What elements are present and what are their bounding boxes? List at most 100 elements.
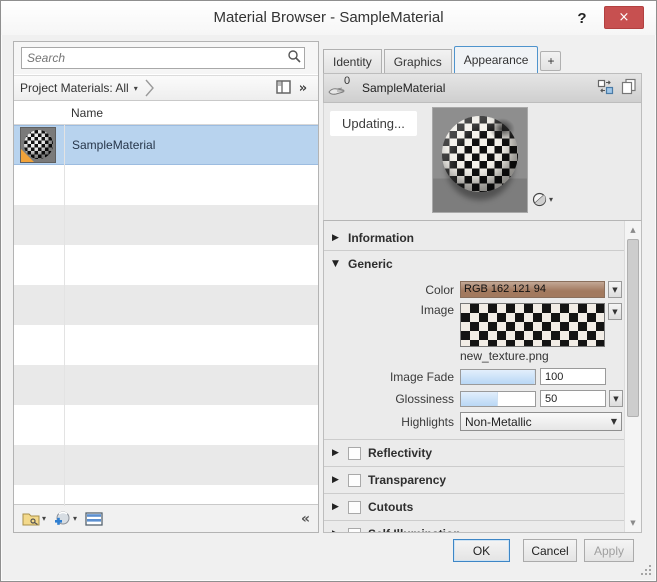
scroll-down-button[interactable]: ▼ bbox=[625, 515, 641, 531]
library-button[interactable]: ▾ bbox=[20, 509, 48, 528]
tab-graphics[interactable]: Graphics bbox=[384, 49, 452, 73]
highlights-select[interactable]: Non-Metallic ▼ bbox=[460, 412, 622, 431]
section-generic[interactable]: ▼ Generic bbox=[324, 251, 624, 276]
list-header: Name bbox=[14, 102, 318, 125]
image-fade-slider-fill bbox=[461, 370, 535, 384]
chevron-down-icon: ▾ bbox=[42, 514, 46, 523]
properties-scroll-area: ▶ Information ▼ Generic Color RGB 162 12… bbox=[324, 221, 624, 532]
color-dropdown-button[interactable]: ▼ bbox=[608, 281, 622, 298]
tab-bar: Identity Graphics Appearance + bbox=[323, 46, 561, 73]
uses-count: 0 bbox=[344, 75, 350, 87]
swap-asset-button[interactable] bbox=[593, 76, 617, 100]
material-preview bbox=[432, 107, 528, 213]
empty-row bbox=[14, 165, 318, 205]
scroll-up-button[interactable]: ▲ bbox=[625, 222, 641, 238]
image-dropdown-button[interactable]: ▼ bbox=[608, 303, 622, 320]
swap-icon bbox=[597, 79, 614, 95]
name-column-header[interactable]: Name bbox=[71, 106, 103, 120]
updating-status: Updating... bbox=[330, 111, 417, 136]
transparency-checkbox[interactable] bbox=[348, 474, 361, 487]
help-button[interactable]: ? bbox=[572, 7, 592, 29]
cutouts-checkbox[interactable] bbox=[348, 501, 361, 514]
self-illumination-checkbox[interactable] bbox=[348, 528, 361, 534]
glossiness-row: Glossiness ▼ bbox=[324, 390, 624, 407]
filter-bar: Project Materials: All ▾ » bbox=[14, 75, 318, 101]
tab-identity[interactable]: Identity bbox=[323, 49, 382, 73]
duplicate-asset-button[interactable] bbox=[617, 76, 641, 100]
glossiness-slider-fill bbox=[461, 392, 498, 406]
glossiness-dropdown-button[interactable]: ▼ bbox=[609, 390, 623, 407]
asset-uses-indicator: 0 bbox=[324, 76, 358, 100]
render-mode-button[interactable]: ▾ bbox=[532, 192, 553, 207]
list-view-button[interactable] bbox=[83, 510, 105, 528]
material-browser-dialog: Material Browser - SampleMaterial ? × Pr… bbox=[0, 0, 657, 582]
search-box bbox=[21, 47, 305, 69]
cancel-button[interactable]: Cancel bbox=[523, 539, 577, 562]
sphere-plus-icon bbox=[54, 511, 71, 527]
preview-reflection bbox=[489, 118, 515, 140]
titlebar: Material Browser - SampleMaterial ? × bbox=[1, 1, 656, 35]
color-row: Color RGB 162 121 94 ▼ bbox=[324, 281, 624, 298]
resize-grip[interactable] bbox=[640, 564, 651, 575]
section-label: Information bbox=[348, 231, 414, 245]
collapsed-arrow-icon: ▶ bbox=[332, 448, 341, 458]
expand-list-button[interactable]: » bbox=[294, 81, 318, 96]
section-information[interactable]: ▶ Information bbox=[324, 225, 624, 250]
column-divider bbox=[64, 125, 65, 506]
image-fade-row: Image Fade bbox=[324, 368, 624, 385]
asset-editor-panel: Identity Graphics Appearance + 0 SampleM… bbox=[323, 46, 642, 533]
chevron-down-icon: ▼ bbox=[611, 417, 617, 426]
materials-toolbar: ▾ ▾ « bbox=[14, 504, 318, 532]
glossiness-input[interactable] bbox=[540, 390, 606, 407]
chevron-down-icon: ▾ bbox=[134, 84, 138, 93]
image-fade-input[interactable] bbox=[540, 368, 606, 385]
view-options-button[interactable] bbox=[272, 78, 294, 98]
search-icon[interactable] bbox=[284, 49, 304, 68]
glossiness-slider[interactable] bbox=[460, 391, 536, 407]
apply-button[interactable]: Apply bbox=[584, 539, 634, 562]
asset-header: 0 SampleMaterial bbox=[323, 73, 642, 103]
material-name: SampleMaterial bbox=[72, 138, 155, 152]
scrollbar-thumb[interactable] bbox=[627, 239, 639, 417]
image-filename: new_texture.png bbox=[460, 349, 624, 363]
empty-row bbox=[14, 445, 318, 485]
image-fade-label: Image Fade bbox=[324, 370, 454, 384]
color-label: Color bbox=[324, 283, 454, 297]
tab-add[interactable]: + bbox=[540, 51, 561, 71]
vertical-scrollbar: ▲ ▼ bbox=[624, 221, 641, 532]
expanded-arrow-icon: ▼ bbox=[332, 259, 341, 269]
section-label: Cutouts bbox=[368, 500, 413, 514]
section-self-illumination[interactable]: ▶ Self Illumination bbox=[324, 521, 624, 533]
image-row: Image ▼ bbox=[324, 303, 624, 347]
thumbnail-badge bbox=[21, 149, 34, 162]
sphere-icon bbox=[532, 192, 547, 207]
section-cutouts[interactable]: ▶ Cutouts bbox=[324, 494, 624, 520]
image-texture-swatch[interactable] bbox=[460, 303, 605, 347]
section-transparency[interactable]: ▶ Transparency bbox=[324, 467, 624, 493]
materials-filter-dropdown[interactable]: Project Materials: All ▾ bbox=[14, 76, 160, 100]
properties-panel: ▶ Information ▼ Generic Color RGB 162 12… bbox=[323, 220, 642, 533]
tab-appearance[interactable]: Appearance bbox=[454, 46, 539, 73]
glossiness-label: Glossiness bbox=[324, 392, 454, 406]
highlights-value: Non-Metallic bbox=[465, 415, 532, 429]
image-fade-slider[interactable] bbox=[460, 369, 536, 385]
ok-button[interactable]: OK bbox=[453, 539, 510, 562]
close-button[interactable]: × bbox=[604, 6, 644, 29]
search-row bbox=[14, 42, 318, 74]
close-icon: × bbox=[619, 10, 630, 25]
breadcrumb-chevron-icon bbox=[145, 79, 154, 97]
image-label: Image bbox=[324, 303, 454, 317]
material-thumbnail bbox=[20, 127, 56, 163]
collapsed-arrow-icon: ▶ bbox=[332, 502, 341, 512]
collapse-panel-button[interactable]: « bbox=[301, 511, 318, 527]
color-swatch[interactable]: RGB 162 121 94 bbox=[460, 281, 605, 298]
new-material-button[interactable]: ▾ bbox=[52, 509, 79, 529]
collapsed-arrow-icon: ▶ bbox=[332, 475, 341, 485]
collapsed-arrow-icon: ▶ bbox=[332, 233, 341, 243]
search-input[interactable] bbox=[22, 49, 284, 67]
section-label: Generic bbox=[348, 257, 393, 271]
section-reflectivity[interactable]: ▶ Reflectivity bbox=[324, 440, 624, 466]
highlights-row: Highlights Non-Metallic ▼ bbox=[324, 412, 624, 431]
material-row[interactable]: SampleMaterial bbox=[14, 125, 318, 165]
reflectivity-checkbox[interactable] bbox=[348, 447, 361, 460]
